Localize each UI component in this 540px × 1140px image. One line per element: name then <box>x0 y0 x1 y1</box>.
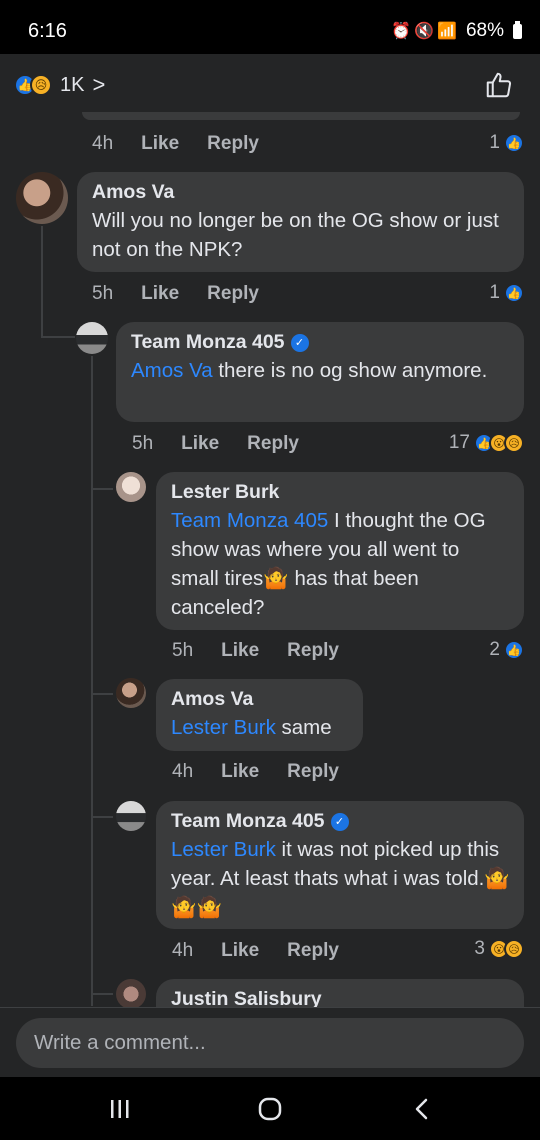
like-button[interactable]: Like <box>181 433 219 455</box>
thread-line <box>91 816 113 818</box>
comment-reactions[interactable]: 3 😮 😥 <box>474 938 524 960</box>
avatar[interactable] <box>116 678 146 708</box>
thread-line <box>91 693 113 695</box>
reply-button[interactable]: Reply <box>207 283 259 305</box>
reaction-number: 3 <box>474 938 485 959</box>
like-reaction-icon: 👍 <box>504 283 524 303</box>
reply-button[interactable]: Reply <box>287 940 339 962</box>
reply-button[interactable]: Reply <box>287 761 339 783</box>
comment-actions: 5h Like Reply <box>132 433 299 455</box>
thread-line <box>91 488 113 490</box>
avatar[interactable] <box>116 979 146 1009</box>
comment-reactions[interactable]: 1 👍 <box>489 132 524 154</box>
home-icon[interactable] <box>250 1095 290 1123</box>
comment-author[interactable]: Team Monza 405 ✓ <box>171 810 510 833</box>
comment-author[interactable]: Amos Va <box>171 688 349 711</box>
previous-bubble-edge <box>82 112 520 120</box>
comment-bubble: Amos Va Lester Burk same <box>156 679 363 751</box>
like-outline-icon[interactable] <box>484 70 514 100</box>
comment-author[interactable]: Lester Burk <box>171 481 510 504</box>
like-button[interactable]: Like <box>141 133 179 155</box>
reply-button[interactable]: Reply <box>207 133 259 155</box>
like-button[interactable]: Like <box>221 940 259 962</box>
comment-time: 4h <box>92 133 114 154</box>
status-bar: 6:16 ⏰🔇📶 68% <box>0 0 540 54</box>
recent-apps-icon[interactable] <box>100 1095 140 1123</box>
chevron-right-icon: > <box>92 72 106 97</box>
comment-actions: 4h Like Reply <box>172 940 339 962</box>
thread-line <box>91 993 113 995</box>
comment-time: 4h <box>172 761 194 782</box>
comment-text: Lester Burk same <box>171 716 332 739</box>
comment-author[interactable]: Amos Va <box>92 181 510 204</box>
avatar[interactable] <box>76 322 108 354</box>
avatar[interactable] <box>16 172 68 224</box>
back-icon[interactable] <box>402 1095 442 1123</box>
avatar[interactable] <box>116 801 146 831</box>
comment-bubble: Team Monza 405 ✓ Lester Burk it was not p… <box>156 801 524 929</box>
comment-reactions[interactable]: 2 👍 <box>489 639 524 661</box>
battery-percent: 68% <box>465 20 504 41</box>
comment-text: Team Monza 405 I thought the OG show was… <box>171 509 486 619</box>
battery-icon <box>513 20 522 39</box>
comment-actions: 5h Like Reply <box>172 640 339 662</box>
comment-text: Lester Burk it was not picked up this ye… <box>171 838 510 919</box>
thread-line <box>91 356 93 1006</box>
status-time: 6:16 <box>28 20 67 42</box>
like-button[interactable]: Like <box>141 283 179 305</box>
comment-author[interactable]: Team Monza 405 ✓ <box>131 331 510 354</box>
sad-reaction-icon: 😥 <box>504 939 524 959</box>
comment-bubble: Lester Burk Team Monza 405 I thought the… <box>156 472 524 630</box>
like-button[interactable]: Like <box>221 640 259 662</box>
verified-badge-icon: ✓ <box>290 333 309 352</box>
verified-badge-icon: ✓ <box>330 812 349 831</box>
comment-bubble: Amos Va Will you no longer be on the OG … <box>77 172 524 272</box>
mention-link[interactable]: Lester Burk <box>171 838 276 861</box>
mention-link[interactable]: Lester Burk <box>171 716 276 739</box>
sad-reaction-icon: 😥 <box>504 433 524 453</box>
reaction-number: 2 <box>489 639 500 660</box>
alarm-wifi-signal-icons: ⏰🔇📶 <box>391 23 460 40</box>
mention-link[interactable]: Amos Va <box>131 359 213 382</box>
like-reaction-icon: 👍 <box>504 133 524 153</box>
comment-time: 5h <box>172 640 194 661</box>
comment-time: 4h <box>172 940 194 961</box>
comment-bubble: Team Monza 405 ✓ Amos Va there is no og s… <box>116 322 524 422</box>
sad-reaction-icon: 😥 <box>30 74 52 96</box>
thread-line <box>41 226 43 338</box>
comment-reactions[interactable]: 1 👍 <box>489 282 524 304</box>
comment-actions: 4h Like Reply <box>172 761 339 783</box>
comment-time: 5h <box>92 283 114 304</box>
comment-input[interactable] <box>16 1018 524 1068</box>
status-icons: ⏰🔇📶 68% <box>391 20 522 42</box>
reply-button[interactable]: Reply <box>247 433 299 455</box>
comment-actions: 5h Like Reply <box>92 283 259 305</box>
reaction-count: 1K <box>60 73 85 96</box>
comment-text: Amos Va there is no og show anymore. <box>131 359 488 382</box>
reply-button[interactable]: Reply <box>287 640 339 662</box>
comment-text: Will you no longer be on the OG show or … <box>92 209 499 261</box>
comment-composer <box>0 1007 540 1077</box>
android-nav-bar <box>0 1077 540 1140</box>
reaction-number: 17 <box>448 432 470 453</box>
like-button[interactable]: Like <box>221 761 259 783</box>
like-reaction-icon: 👍 <box>504 640 524 660</box>
reactions-summary[interactable]: 👍 😥 1K > <box>14 72 105 98</box>
reaction-number: 1 <box>489 132 500 153</box>
comment-actions: 4h Like Reply <box>92 133 259 155</box>
mention-link[interactable]: Team Monza 405 <box>171 509 328 532</box>
reaction-number: 1 <box>489 282 500 303</box>
avatar[interactable] <box>116 472 146 502</box>
thread-line <box>41 336 75 338</box>
comments-header: 👍 😥 1K > <box>0 54 540 116</box>
comment-time: 5h <box>132 433 154 454</box>
comment-reactions[interactable]: 17 👍 😮 😥 <box>449 432 524 454</box>
